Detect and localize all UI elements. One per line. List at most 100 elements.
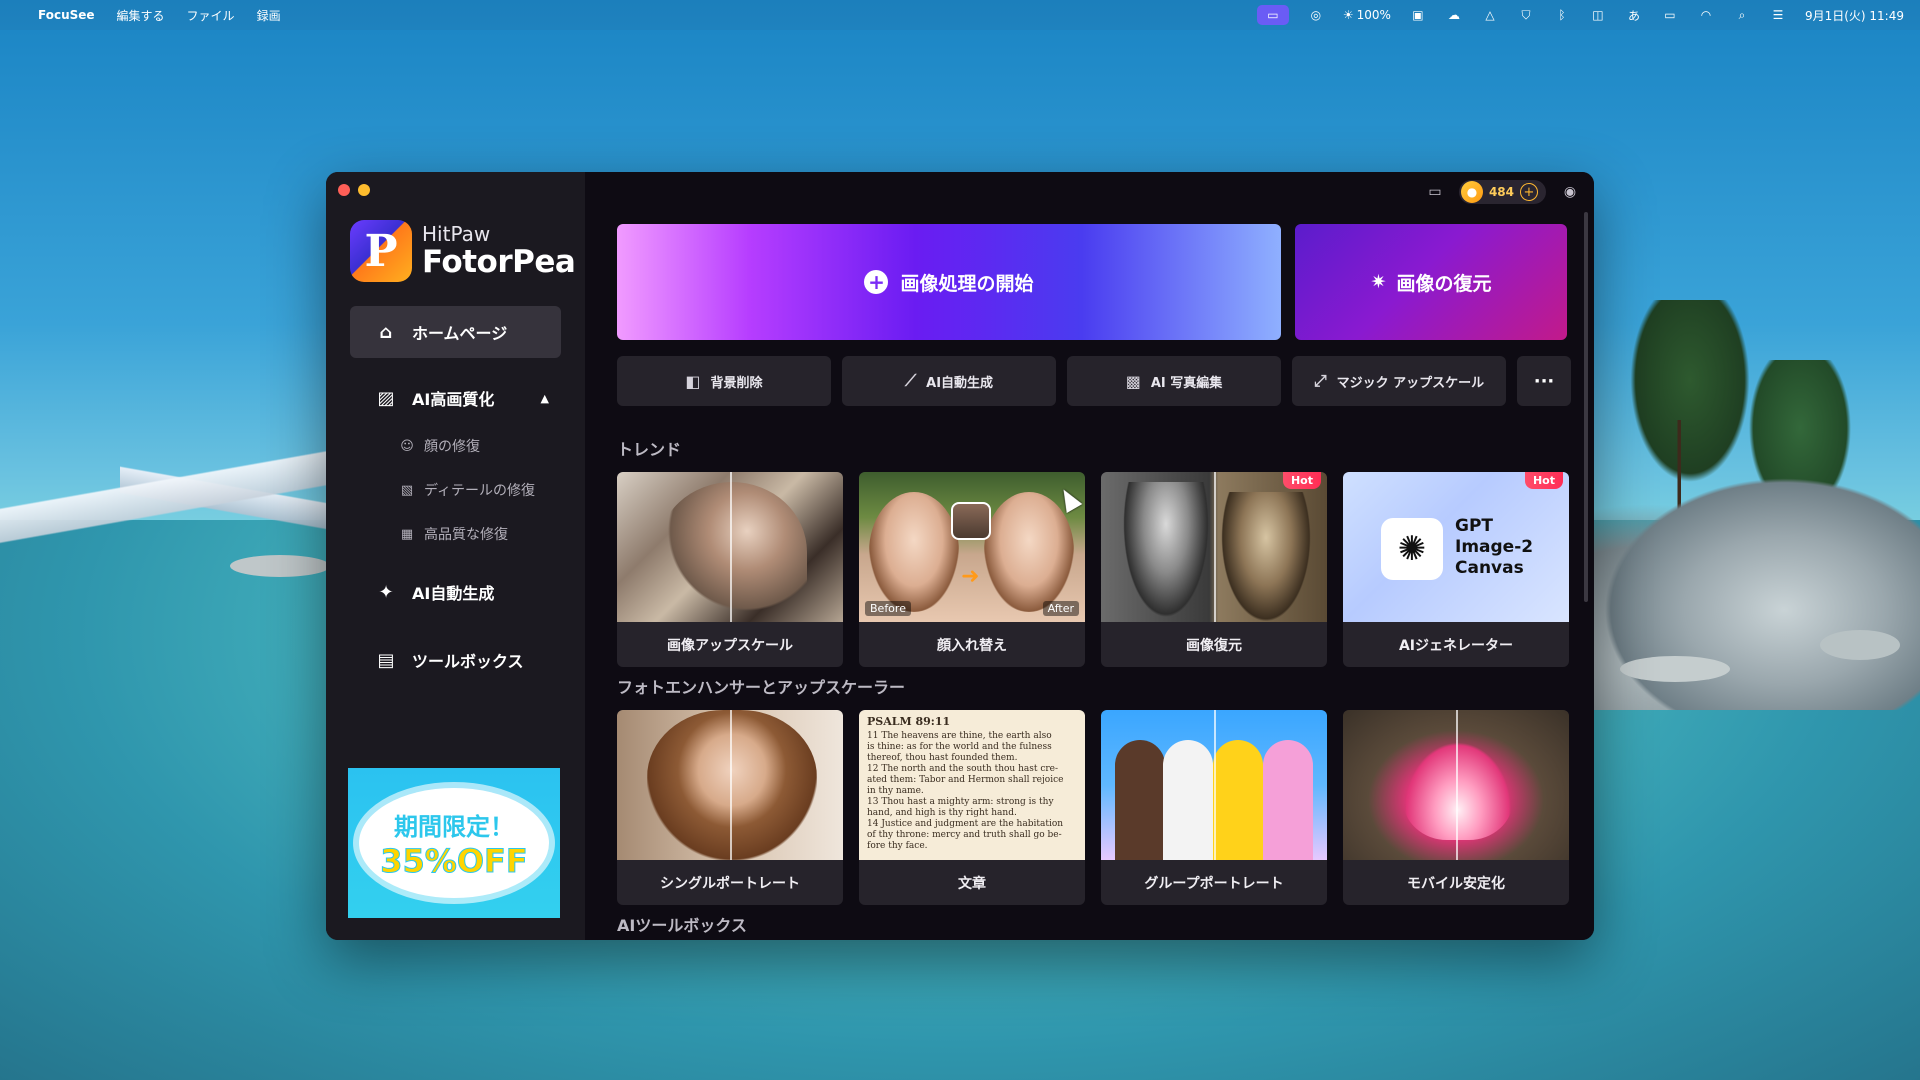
ai-photo-edit-button[interactable]: ▩ AI 写真編集	[1067, 356, 1281, 406]
chevron-up-icon[interactable]: ▲	[541, 392, 549, 405]
fotorpea-logo-icon: P	[350, 220, 412, 282]
card-text-document[interactable]: PSALM 89:11 11 The heavens are thine, th…	[859, 710, 1085, 905]
tool-label: マジック アップスケール	[1336, 375, 1485, 391]
sidebar-subitem-quality-repair[interactable]: ▦ 高品質な修復	[326, 512, 585, 556]
doc-line: ated them: Tabor and Hermon shall rejoic…	[867, 775, 1064, 785]
doc-line: 11 The heavens are thine, the earth also	[867, 731, 1052, 741]
sidebar-item-label: AI自動生成	[412, 584, 495, 603]
sidebar-subitem-face-repair[interactable]: ☺ 顔の修復	[326, 424, 585, 468]
magic-upscale-button[interactable]: ⤢ マジック アップスケール	[1292, 356, 1506, 406]
add-credits-icon[interactable]: +	[1520, 183, 1538, 201]
display-icon[interactable]: ◫	[1589, 7, 1607, 23]
sidebar-item-ai-generate[interactable]: ✦ AI自動生成	[326, 566, 585, 618]
card-image-restore[interactable]: Hot 画像復元	[1101, 472, 1327, 667]
clipboard-icon[interactable]: ▣	[1409, 7, 1427, 23]
tool-label: AI 写真編集	[1150, 375, 1223, 391]
coin-icon: ●	[1460, 181, 1483, 203]
doc-line: thereof, thou hast founded them.	[867, 753, 1018, 763]
restore-image-button[interactable]: ✷ 画像の復元	[1295, 224, 1567, 340]
toolbox-icon: ▤	[377, 649, 395, 671]
sidebar-item-home[interactable]: ⌂ ホームページ	[350, 306, 561, 358]
start-processing-button[interactable]: + 画像処理の開始	[617, 224, 1281, 340]
doc-line: is thine: as for the world and the fulne…	[867, 742, 1052, 752]
card-label: 文章	[958, 875, 986, 892]
card-ai-generator[interactable]: Hot ✺ GPT Image-2 Canvas AIジェネレーター	[1343, 472, 1569, 667]
card-thumbnail: ➜ Before After	[859, 472, 1085, 622]
quality-icon: ▦	[400, 526, 414, 542]
bluetooth-icon[interactable]: ᛒ	[1553, 7, 1571, 23]
card-mobile-stabilize[interactable]: モバイル安定化	[1343, 710, 1569, 905]
app-logo: P HitPaw FotorPea	[326, 218, 585, 284]
card-thumbnail	[1343, 710, 1569, 860]
desktop-stone	[1820, 630, 1900, 660]
card-group-portrait[interactable]: グループポートレート	[1101, 710, 1327, 905]
sidebar-item-label: ホームページ	[412, 324, 508, 343]
start-processing-label: 画像処理の開始	[900, 272, 1034, 295]
input-method-icon[interactable]: あ	[1625, 7, 1643, 23]
close-window-button[interactable]	[338, 184, 350, 196]
face-icon: ☺	[400, 438, 414, 454]
cloud-icon[interactable]: ☁	[1445, 7, 1463, 23]
search-icon[interactable]: ⌕	[1733, 7, 1751, 23]
credits-count: 484	[1488, 185, 1514, 199]
message-icon[interactable]: ▭	[1425, 182, 1445, 202]
more-tools-button[interactable]: ···	[1517, 356, 1571, 406]
card-label: シングルポートレート	[660, 875, 800, 892]
face-reference-thumb	[951, 502, 991, 540]
remove-background-button[interactable]: ◧ 背景削除	[617, 356, 831, 406]
sidebar-subitem-label: ディテールの修復	[424, 483, 536, 499]
card-single-portrait[interactable]: シングルポートレート	[617, 710, 843, 905]
menu-record[interactable]: 録画	[257, 7, 281, 24]
promo-bubble: 期間限定！ 35%OFF	[359, 788, 549, 898]
focus-icon[interactable]: ◎	[1307, 7, 1325, 23]
card-label: 画像復元	[1186, 637, 1242, 654]
sidebar-item-label: AI高画質化	[412, 390, 495, 409]
card-thumbnail: PSALM 89:11 11 The heavens are thine, th…	[859, 710, 1085, 860]
desktop-stone	[1620, 656, 1730, 682]
ai-generate-button[interactable]: ⟋ AI自動生成	[842, 356, 1056, 406]
doc-line: fore thy face.	[867, 841, 928, 851]
wand-icon: ⟋	[904, 371, 917, 390]
hot-badge: Hot	[1524, 472, 1563, 489]
wifi-icon[interactable]: ◠	[1697, 7, 1715, 23]
menu-file[interactable]: ファイル	[187, 7, 235, 24]
brightness-icon[interactable]: ☀ 100%	[1343, 7, 1391, 23]
section-title-ai-toolbox: AIツールボックス	[617, 916, 747, 935]
drive-icon[interactable]: △	[1481, 7, 1499, 23]
card-upscale[interactable]: 画像アップスケール	[617, 472, 843, 667]
arrow-right-icon: ➜	[961, 564, 980, 589]
sidebar-subitem-label: 高品質な修復	[424, 527, 508, 543]
doc-line: in thy name.	[867, 786, 924, 796]
plus-circle-icon: +	[864, 270, 889, 294]
more-icon: ···	[1533, 370, 1555, 392]
battery-icon[interactable]: ▭	[1661, 7, 1679, 23]
sidebar-item-ai-enhance[interactable]: ▨ AI高画質化 ▲	[326, 372, 585, 424]
card-thumbnail	[617, 710, 843, 860]
minimize-window-button[interactable]	[358, 184, 370, 196]
menu-bar: FocuSee 編集する ファイル 録画 ▭ ◎ ☀ 100% ▣ ☁ △ ⛉ …	[0, 0, 1920, 30]
trend-cards: 画像アップスケール ➜ Before After 顔入れ替え Hot 画像復元 …	[617, 472, 1569, 667]
promo-banner[interactable]: 期間限定！ 35%OFF	[348, 768, 560, 918]
quick-tools: ◧ 背景削除 ⟋ AI自動生成 ▩ AI 写真編集 ⤢ マジック アップスケール…	[617, 356, 1571, 406]
gpt-text: GPT Image-2 Canvas	[1455, 516, 1534, 578]
before-tag: Before	[865, 601, 911, 616]
menu-app-name[interactable]: FocuSee	[38, 8, 95, 22]
card-face-swap[interactable]: ➜ Before After 顔入れ替え	[859, 472, 1085, 667]
sidebar-subitem-detail-repair[interactable]: ▧ ディテールの修復	[326, 468, 585, 512]
main-content: ▭ ● 484 + ◉ + 画像処理の開始 ✷ 画像の復元 ◧ 背景削除 ⟋ A…	[585, 172, 1594, 940]
control-center-icon[interactable]: ☰	[1769, 7, 1787, 23]
user-icon[interactable]: ◉	[1560, 182, 1580, 202]
desktop-stone	[230, 555, 330, 577]
sidebar-item-toolbox[interactable]: ▤ ツールボックス	[326, 634, 585, 686]
doc-line: hand, and high is thy right hand.	[867, 808, 1017, 818]
credits-pill[interactable]: ● 484 +	[1458, 180, 1546, 204]
screen-record-icon[interactable]: ▭	[1256, 5, 1289, 25]
main-scrollbar[interactable]	[1584, 212, 1588, 602]
menu-edit[interactable]: 編集する	[117, 7, 165, 24]
card-label: 顔入れ替え	[937, 637, 1007, 654]
menu-datetime[interactable]: 9月1日(火) 11:49	[1805, 7, 1904, 24]
after-tag: After	[1042, 601, 1079, 616]
shield-icon[interactable]: ⛉	[1517, 7, 1535, 23]
card-thumbnail	[1101, 710, 1327, 860]
expand-icon: ⤢	[1313, 371, 1327, 390]
